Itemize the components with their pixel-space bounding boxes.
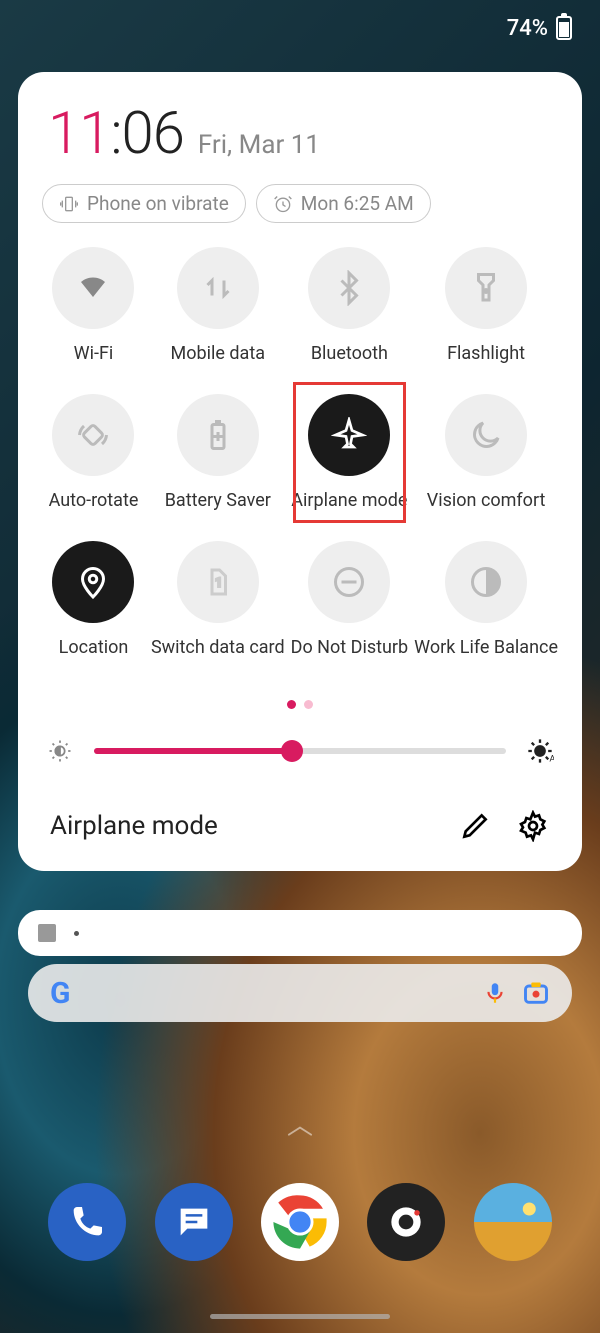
mic-icon[interactable] (482, 980, 508, 1006)
nav-home-handle[interactable] (210, 1314, 390, 1319)
clock-row[interactable]: 11:06 Fri, Mar 11 (36, 100, 564, 168)
tile-wifi[interactable]: Wi-Fi (42, 247, 145, 364)
tile-location[interactable]: Location (42, 541, 145, 658)
google-search-bar[interactable]: G (28, 964, 572, 1022)
battery-percent: 74% (507, 16, 548, 41)
alarm-icon (273, 194, 293, 214)
settings-button[interactable] (512, 805, 554, 847)
pager-dot-0[interactable] (287, 700, 296, 709)
clock-hours: 11 (48, 100, 110, 168)
tile-dnd[interactable]: Do Not Disturb (291, 541, 409, 658)
mobile-data-icon (200, 270, 236, 306)
dock-camera[interactable] (367, 1183, 445, 1261)
expand-caret[interactable]: ︿ (287, 1105, 313, 1142)
phone-icon (67, 1202, 107, 1242)
dnd-icon (331, 564, 367, 600)
tile-work-life[interactable]: Work Life Balance (414, 541, 558, 658)
brightness-row: A (46, 737, 554, 765)
bluetooth-icon (331, 270, 367, 306)
dock-chrome[interactable] (261, 1183, 339, 1261)
tile-vision-comfort[interactable]: Vision comfort (414, 394, 558, 511)
tiles-grid: Wi-Fi Mobile data Bluetooth Flashlight A… (36, 247, 564, 658)
chip-alarm[interactable]: Mon 6:25 AM (256, 184, 431, 223)
tile-mobile-data-label: Mobile data (171, 343, 265, 364)
clock-minutes: 06 (122, 100, 184, 168)
brightness-thumb[interactable] (281, 740, 303, 762)
auto-rotate-icon (75, 417, 111, 453)
brightness-slider[interactable] (94, 748, 506, 754)
tile-mobile-data[interactable]: Mobile data (151, 247, 285, 364)
pencil-icon (459, 810, 491, 842)
tile-wifi-label: Wi-Fi (74, 343, 114, 364)
work-life-icon (468, 564, 504, 600)
brightness-auto-icon[interactable]: A (526, 737, 554, 765)
highlight-box (293, 382, 407, 523)
svg-text:1: 1 (215, 576, 222, 590)
chip-alarm-label: Mon 6:25 AM (301, 192, 414, 215)
dock-phone[interactable] (48, 1183, 126, 1261)
flashlight-icon (468, 270, 504, 306)
chip-vibrate[interactable]: Phone on vibrate (42, 184, 246, 223)
tile-battery-saver[interactable]: Battery Saver (151, 394, 285, 511)
lens-icon[interactable] (522, 979, 550, 1007)
tile-vision-comfort-label: Vision comfort (427, 490, 546, 511)
pager (36, 700, 564, 709)
camera-icon (384, 1200, 428, 1244)
dock-app-5[interactable] (474, 1183, 552, 1261)
status-chips: Phone on vibrate Mon 6:25 AM (42, 184, 564, 223)
notification-bar[interactable] (18, 910, 582, 956)
dock-messages[interactable] (155, 1183, 233, 1261)
quick-settings-panel[interactable]: 11:06 Fri, Mar 11 Phone on vibrate Mon 6… (18, 72, 582, 871)
vibrate-icon (59, 194, 79, 214)
tile-switch-data-label: Switch data card (151, 637, 285, 658)
tile-flashlight-label: Flashlight (447, 343, 525, 364)
edit-button[interactable] (454, 805, 496, 847)
tile-switch-data[interactable]: 1 Switch data card (151, 541, 285, 658)
tile-bluetooth-label: Bluetooth (311, 343, 388, 364)
dock (0, 1183, 600, 1261)
tile-work-life-label: Work Life Balance (414, 637, 558, 658)
footer-title: Airplane mode (50, 811, 438, 841)
moon-icon (468, 417, 504, 453)
battery-saver-icon (200, 417, 236, 453)
battery-icon (556, 16, 572, 40)
sim-icon: 1 (200, 564, 236, 600)
clock-time: 11:06 (48, 100, 184, 168)
pager-dot-1[interactable] (304, 700, 313, 709)
clock-date: Fri, Mar 11 (198, 130, 320, 160)
google-logo: G (50, 976, 70, 1011)
tile-auto-rotate[interactable]: Auto-rotate (42, 394, 145, 511)
svg-text:A: A (549, 754, 554, 765)
tile-auto-rotate-label: Auto-rotate (49, 490, 139, 511)
status-bar: 74% (0, 0, 600, 56)
tile-airplane[interactable]: Airplane mode (291, 394, 409, 511)
chip-vibrate-label: Phone on vibrate (87, 192, 229, 215)
tile-location-label: Location (59, 637, 129, 658)
tile-flashlight[interactable]: Flashlight (414, 247, 558, 364)
panel-footer: Airplane mode (36, 805, 564, 853)
notification-image-icon (38, 924, 56, 942)
messages-icon (174, 1202, 214, 1242)
horizon-icon (474, 1183, 552, 1261)
location-icon (75, 564, 111, 600)
brightness-fill (94, 748, 292, 754)
tile-bluetooth[interactable]: Bluetooth (291, 247, 409, 364)
wifi-icon (75, 270, 111, 306)
tile-battery-saver-label: Battery Saver (165, 490, 271, 511)
chrome-icon (271, 1193, 329, 1251)
tile-dnd-label: Do Not Disturb (291, 637, 409, 658)
notification-dot (74, 931, 79, 936)
brightness-low-icon (46, 737, 74, 765)
gear-icon (517, 810, 549, 842)
